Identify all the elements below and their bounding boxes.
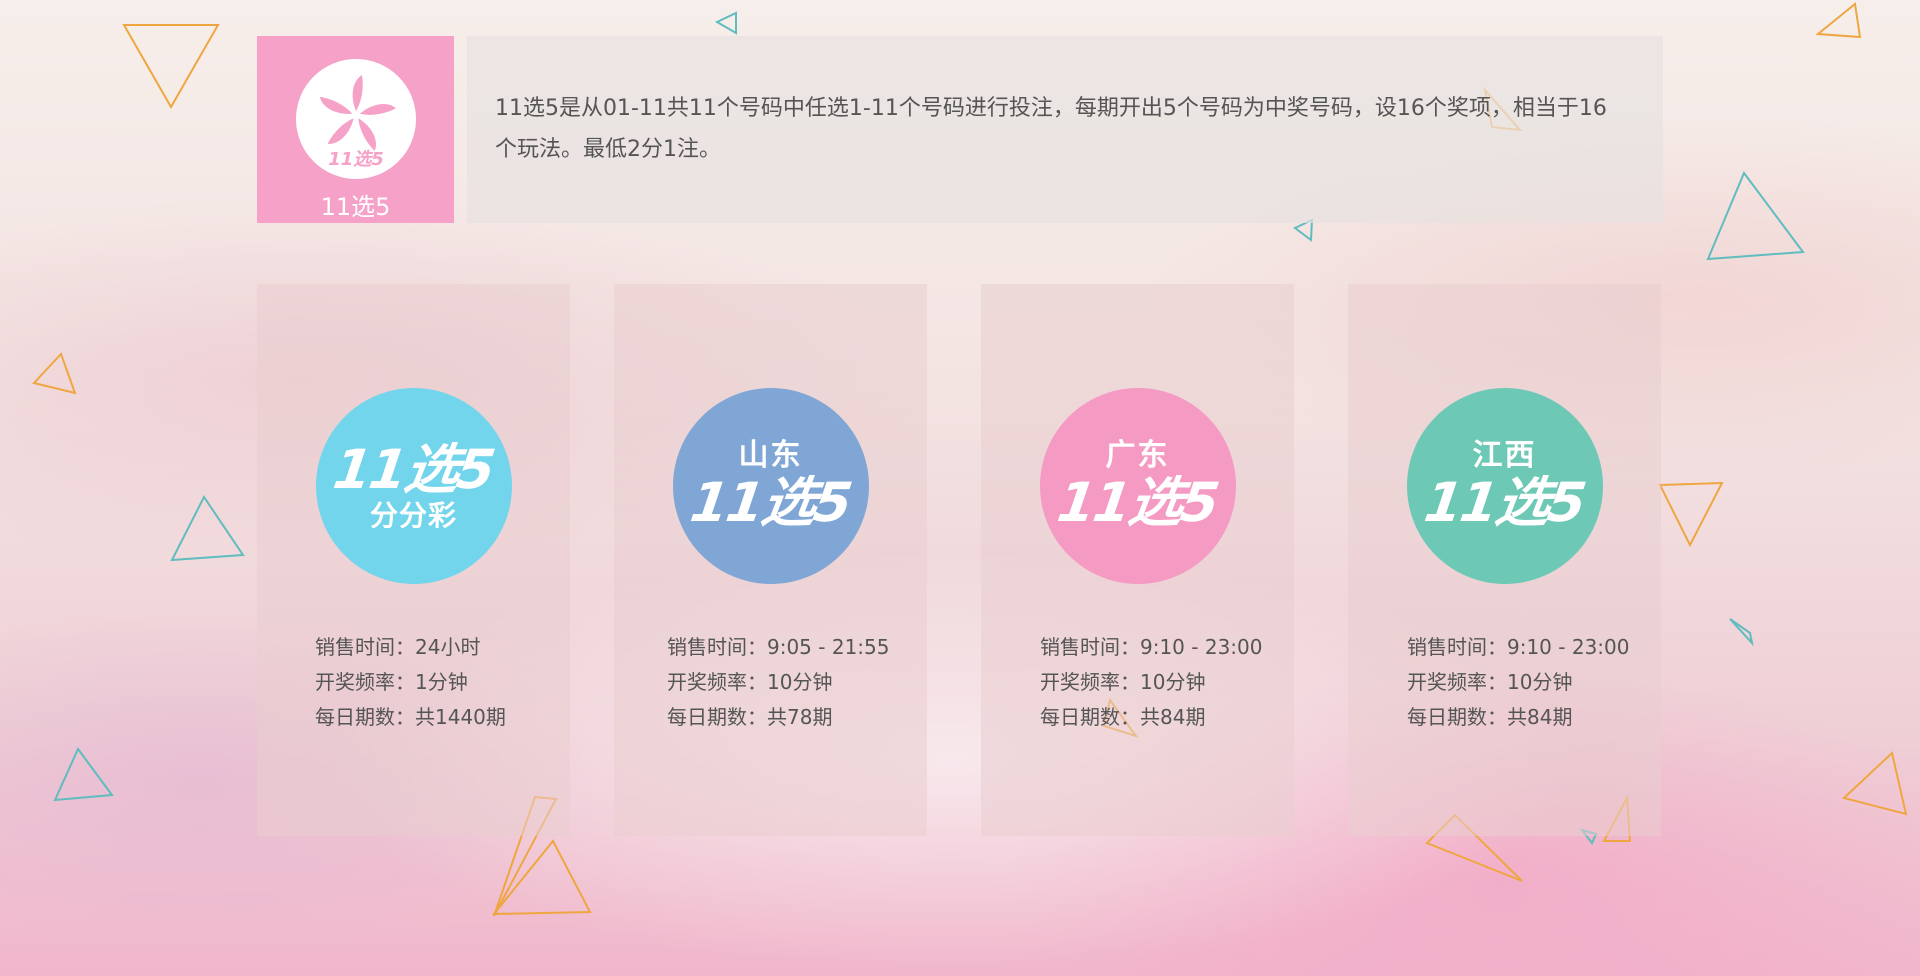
daily-draws: 每日期数：共78期 <box>667 705 833 729</box>
card-info: 销售时间：9:10 - 23:00 开奖频率：10分钟 每日期数：共84期 <box>1040 630 1262 735</box>
sale-time: 销售时间：9:10 - 23:00 <box>1040 635 1263 659</box>
triangle-decor <box>1706 170 1805 261</box>
sale-time: 销售时间：9:10 - 23:00 <box>1407 635 1630 659</box>
lottery-logo-icon: 11选5 <box>295 59 416 179</box>
daily-draws: 每日期数：共84期 <box>1407 705 1573 729</box>
draw-frequency: 开奖频率：10分钟 <box>1040 670 1206 694</box>
badge-brand: 11选5 <box>1420 471 1589 534</box>
badge-region: 山东 <box>738 438 803 473</box>
lottery-badge-icon: 江西 11选5 <box>1406 388 1603 584</box>
intro-description-panel: 11选5是从01-11共11个号码中任选1-11个号码进行投注，每期开出5个号码… <box>467 36 1663 223</box>
intro-logo-tile: 11选5 11选5 <box>257 36 454 223</box>
card-info: 销售时间：9:10 - 23:00 开奖频率：10分钟 每日期数：共84期 <box>1407 630 1629 735</box>
triangle-decor <box>1841 751 1908 816</box>
triangle-decor <box>1658 481 1724 548</box>
triangle-decor <box>1293 218 1314 242</box>
badge-region: 广东 <box>1105 438 1170 473</box>
sale-time: 销售时间：24小时 <box>315 635 481 659</box>
intro-description: 11选5是从01-11共11个号码中任选1-11个号码进行投注，每期开出5个号码… <box>495 96 1607 162</box>
triangle-decor <box>122 24 220 110</box>
badge-brand: 11选5 <box>686 471 855 534</box>
card-info: 销售时间：24小时 开奖频率：1分钟 每日期数：共1440期 <box>315 630 506 735</box>
draw-frequency: 开奖频率：1分钟 <box>315 670 468 694</box>
pinwheel-icon: 11选5 <box>319 75 396 170</box>
lottery-badge-icon: 广东 11选5 <box>1039 388 1236 584</box>
draw-frequency: 开奖频率：10分钟 <box>667 670 833 694</box>
triangle-decor <box>53 747 114 802</box>
logo-title: 11选5 <box>328 149 384 170</box>
lottery-card-fenfencai[interactable]: 11选5 分分彩 销售时间：24小时 开奖频率：1分钟 每日期数：共1440期 <box>257 284 570 836</box>
sale-time: 销售时间：9:05 - 21:55 <box>667 635 890 659</box>
triangle-decor <box>714 11 737 35</box>
triangle-decor <box>170 495 245 562</box>
lottery-card-jiangxi[interactable]: 江西 11选5 销售时间：9:10 - 23:00 开奖频率：10分钟 每日期数… <box>1348 284 1661 836</box>
lottery-card-guangdong[interactable]: 广东 11选5 销售时间：9:10 - 23:00 开奖频率：10分钟 每日期数… <box>981 284 1294 836</box>
lottery-card-shandong[interactable]: 山东 11选5 销售时间：9:05 - 21:55 开奖频率：10分钟 每日期数… <box>614 284 927 836</box>
triangle-decor <box>1729 618 1754 647</box>
badge-region: 江西 <box>1472 438 1537 473</box>
lottery-badge-icon: 山东 11选5 <box>672 388 869 584</box>
triangle-decor <box>1815 2 1862 39</box>
triangle-decor <box>32 352 77 395</box>
daily-draws: 每日期数：共84期 <box>1040 705 1206 729</box>
draw-frequency: 开奖频率：10分钟 <box>1407 670 1573 694</box>
badge-brand: 11选5 <box>1053 471 1222 534</box>
badge-subtitle: 分分彩 <box>369 499 457 532</box>
lottery-badge-icon: 11选5 分分彩 <box>315 388 512 584</box>
triangle-decor <box>491 839 592 916</box>
logo-caption: 11选5 <box>320 193 391 221</box>
daily-draws: 每日期数：共1440期 <box>315 705 506 729</box>
badge-brand: 11选5 <box>329 438 498 501</box>
card-info: 销售时间：9:05 - 21:55 开奖频率：10分钟 每日期数：共78期 <box>667 630 889 735</box>
